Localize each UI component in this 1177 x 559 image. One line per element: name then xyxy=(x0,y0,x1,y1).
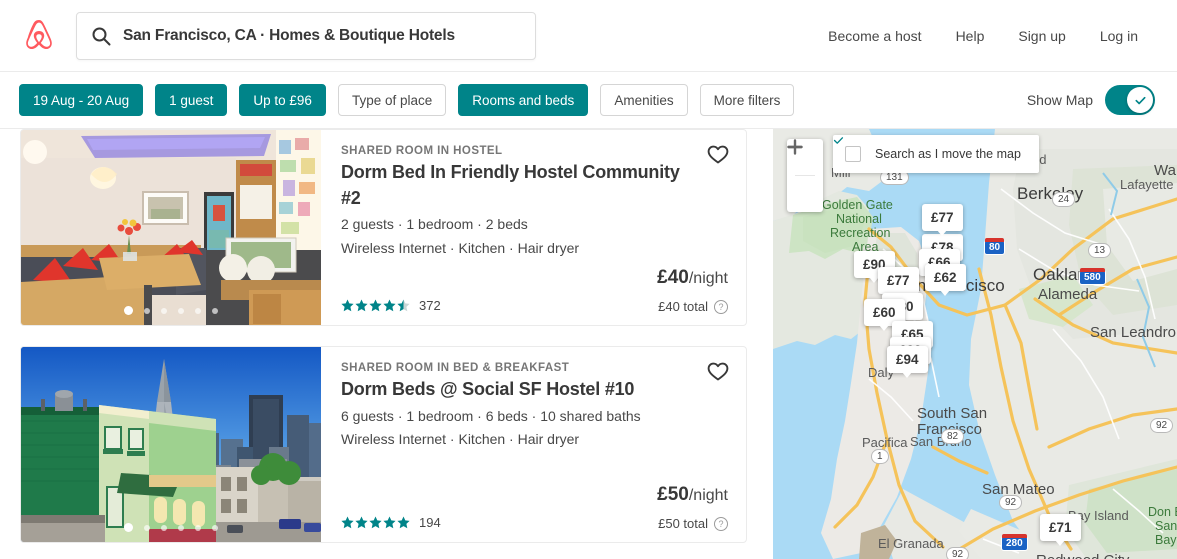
nav-log-in[interactable]: Log in xyxy=(1083,20,1155,52)
map-price-marker[interactable]: £77 xyxy=(922,204,963,236)
check-icon xyxy=(1134,96,1146,104)
map-zoom-controls[interactable] xyxy=(787,139,823,212)
listing-total-row: £50 total ? xyxy=(658,516,728,531)
hostel-common-room-photo xyxy=(21,130,321,325)
carousel-dot[interactable] xyxy=(124,306,133,315)
listing-photo[interactable] xyxy=(21,347,321,542)
nav-help[interactable]: Help xyxy=(939,20,1002,52)
search-query-text: San Francisco, CA · Homes & Boutique Hot… xyxy=(123,26,455,44)
filter-more-filters[interactable]: More filters xyxy=(699,84,795,116)
carousel-dot[interactable] xyxy=(161,524,167,531)
map-price-marker[interactable]: £77 xyxy=(878,267,919,299)
listing-title[interactable]: Dorm Beds @ Social SF Hostel #10 xyxy=(341,377,681,403)
show-map-toggle[interactable] xyxy=(1105,85,1155,115)
check-icon xyxy=(833,137,844,144)
search-as-i-move-checkbox[interactable] xyxy=(833,137,861,162)
filter-bar: 19 Aug - 20 Aug 1 guest Up to £96 Type o… xyxy=(0,72,1177,129)
listing-photo[interactable] xyxy=(21,130,321,325)
listing-rating: 194 xyxy=(341,515,441,530)
nav-become-a-host[interactable]: Become a host xyxy=(811,20,938,52)
listing-review-count: 194 xyxy=(419,515,441,530)
carousel-dot[interactable] xyxy=(124,523,133,532)
listing-total-row: £40 total ? xyxy=(658,299,728,314)
listing-total: £50 total xyxy=(658,516,708,531)
listing-price: £40 xyxy=(657,267,689,288)
filter-dates[interactable]: 19 Aug - 20 Aug xyxy=(19,84,144,116)
listing-price-block: £40/night xyxy=(657,267,728,289)
listing-amenities: Wireless Internet · Kitchen · Hair dryer xyxy=(341,239,580,256)
listing-price-unit: /night xyxy=(688,270,728,287)
map-price-marker[interactable]: £94 xyxy=(887,346,928,378)
header-nav: Become a host Help Sign up Log in xyxy=(811,20,1177,52)
listing-price: £50 xyxy=(657,484,689,505)
carousel-dot[interactable] xyxy=(178,307,184,314)
listing-card[interactable]: SHARED ROOM IN HOSTEL Dorm Bed In Friend… xyxy=(20,129,747,326)
airbnb-logo-icon[interactable] xyxy=(22,18,56,54)
listing-card[interactable]: SHARED ROOM IN BED & BREAKFAST Dorm Beds… xyxy=(20,346,747,543)
listing-capacity: 6 guests · 1 bedroom · 6 beds · 10 share… xyxy=(341,407,641,424)
filter-rooms-and-beds[interactable]: Rooms and beds xyxy=(458,84,589,116)
map-base-layer xyxy=(773,129,1177,559)
heart-icon[interactable] xyxy=(706,142,730,166)
question-mark-icon[interactable]: ? xyxy=(714,299,728,314)
carousel-dot[interactable] xyxy=(144,307,150,314)
show-map-control: Show Map xyxy=(1027,85,1177,115)
search-icon xyxy=(91,26,111,46)
question-mark-icon[interactable]: ? xyxy=(714,516,728,531)
carousel-dot[interactable] xyxy=(195,307,201,314)
carousel-dot[interactable] xyxy=(212,524,218,531)
listing-rating: 372 xyxy=(341,298,441,313)
listing-room-type: SHARED ROOM IN BED & BREAKFAST xyxy=(341,362,570,374)
search-input[interactable]: San Francisco, CA · Homes & Boutique Hot… xyxy=(76,11,536,60)
listing-price-unit: /night xyxy=(688,487,728,504)
airbnb-search-page: San Francisco, CA · Homes & Boutique Hot… xyxy=(0,0,1177,559)
search-as-i-move-control[interactable]: Search as I move the map xyxy=(833,135,1039,173)
search-results-list[interactable]: SHARED ROOM IN HOSTEL Dorm Bed In Friend… xyxy=(0,129,773,559)
toggle-knob xyxy=(1127,87,1153,113)
minus-icon xyxy=(787,145,803,149)
carousel-dot[interactable] xyxy=(212,307,218,314)
map-panel[interactable]: Search as I move the map Mill Tiburon Ri… xyxy=(773,129,1177,559)
listing-details: SHARED ROOM IN HOSTEL Dorm Bed In Friend… xyxy=(321,130,746,325)
photo-carousel-dots[interactable] xyxy=(21,523,321,532)
show-map-label: Show Map xyxy=(1026,92,1093,108)
listing-capacity: 2 guests · 1 bedroom · 2 beds xyxy=(341,216,528,233)
heart-icon[interactable] xyxy=(706,359,730,383)
map-zoom-out-button[interactable] xyxy=(787,145,823,212)
listing-details: SHARED ROOM IN BED & BREAKFAST Dorm Beds… xyxy=(321,347,746,542)
filter-type-of-place[interactable]: Type of place xyxy=(337,84,447,116)
star-rating-icons xyxy=(341,516,413,529)
sf-skyline-green-building-photo xyxy=(21,347,321,542)
search-as-i-move-label: Search as I move the map xyxy=(875,147,1021,161)
listing-review-count: 372 xyxy=(419,298,441,313)
carousel-dot[interactable] xyxy=(195,524,201,531)
site-header: San Francisco, CA · Homes & Boutique Hot… xyxy=(0,0,1177,72)
listing-total: £40 total xyxy=(658,299,708,314)
listing-amenities: Wireless Internet · Kitchen · Hair dryer xyxy=(341,431,580,448)
nav-sign-up[interactable]: Sign up xyxy=(1001,20,1082,52)
photo-carousel-dots[interactable] xyxy=(21,306,321,315)
listing-price-block: £50/night xyxy=(657,484,728,506)
filter-price[interactable]: Up to £96 xyxy=(239,84,326,116)
filter-amenities[interactable]: Amenities xyxy=(600,84,688,116)
listing-title[interactable]: Dorm Bed In Friendly Hostel Community #2 xyxy=(341,160,681,211)
filter-guests[interactable]: 1 guest xyxy=(155,84,228,116)
listing-room-type: SHARED ROOM IN HOSTEL xyxy=(341,145,503,157)
map-price-marker[interactable]: £62 xyxy=(925,264,966,296)
carousel-dot[interactable] xyxy=(178,524,184,531)
carousel-dot[interactable] xyxy=(161,307,167,314)
map-price-marker[interactable]: £71 xyxy=(1040,514,1081,546)
star-rating-icons xyxy=(341,299,413,312)
carousel-dot[interactable] xyxy=(144,524,150,531)
